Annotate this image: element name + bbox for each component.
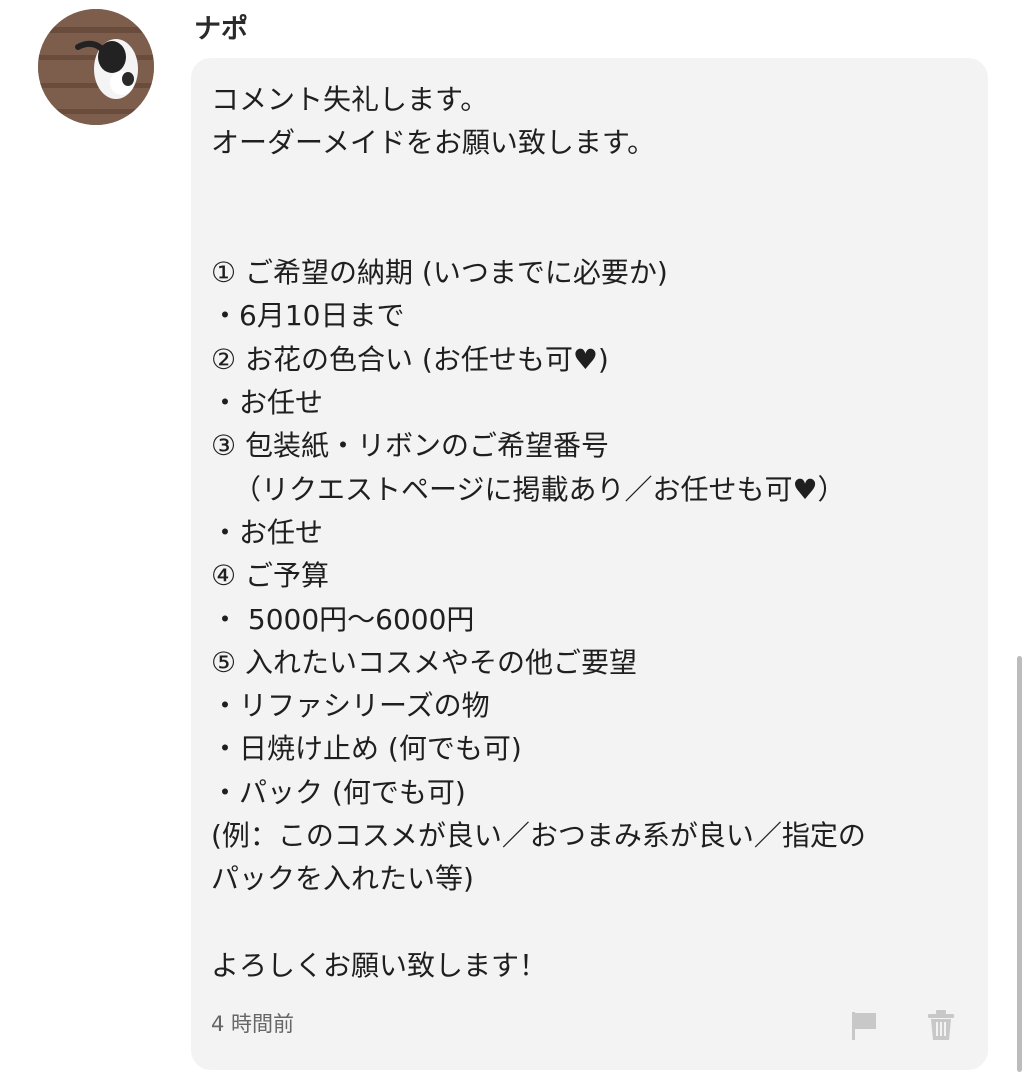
comment-line: コメント失礼します。 xyxy=(211,83,489,116)
comment-line: ・日焼け止め (何でも可) xyxy=(211,732,522,766)
comment-line: パックを入れたい等) xyxy=(211,862,474,896)
comment-line: ② お花の色合い (お任せも可♥) xyxy=(211,342,609,376)
comment-line: （リクエストページに掲載あり／お任せも可♥） xyxy=(233,472,846,506)
username[interactable]: ナポ xyxy=(194,12,248,48)
comment-line: オーダーメイドをお願い致します。 xyxy=(211,126,656,160)
comment-line: ・ 5000円〜6000円 xyxy=(211,602,475,636)
comment-line: ③ 包装紙・リボンのご希望番号 xyxy=(211,429,610,463)
report-button[interactable] xyxy=(847,1008,881,1042)
comment-line xyxy=(211,901,971,944)
comment-bubble: コメント失礼します。 オーダーメイドをお願い致します。 ① ご希望の納期 (いつ… xyxy=(191,58,988,1070)
comment-line: ① ご希望の納期 (いつまでに必要か) xyxy=(211,256,668,290)
delete-button[interactable] xyxy=(924,1008,958,1042)
comment-line xyxy=(211,208,971,251)
cat-photo-avatar-icon xyxy=(38,9,154,125)
comment-line: ・パック (何でも可) xyxy=(211,775,466,809)
comment-line xyxy=(211,165,971,208)
comment-line: ・6月10日まで xyxy=(211,299,405,333)
user-avatar[interactable] xyxy=(38,9,154,125)
comment-line: ・リファシリーズの物 xyxy=(211,689,490,723)
comment-line: ・お任せ xyxy=(211,515,324,549)
comment-timestamp: 4 時間前 xyxy=(211,1012,295,1036)
comment-line: (例：このコスメが良い／おつまみ系が良い／指定の xyxy=(211,819,866,853)
comment-line: ⑤ 入れたいコスメやその他ご要望 xyxy=(211,645,638,679)
comment-body: コメント失礼します。 オーダーメイドをお願い致します。 ① ご希望の納期 (いつ… xyxy=(211,78,971,987)
flag-icon xyxy=(852,1012,876,1040)
comment-line: ・お任せ xyxy=(211,386,324,420)
trash-icon xyxy=(928,1010,954,1040)
scrollbar[interactable] xyxy=(1017,656,1022,1072)
comment-line: ④ ご予算 xyxy=(211,559,330,593)
comment-line: よろしくお願い致します！ xyxy=(211,948,548,982)
